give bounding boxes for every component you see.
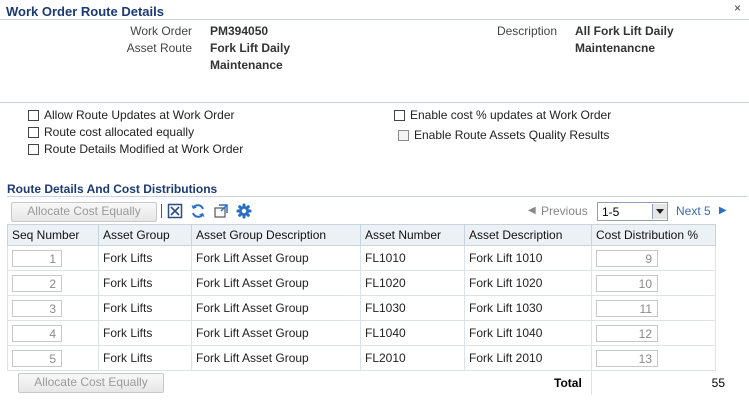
detach-icon[interactable] [213, 203, 229, 219]
asset-group-cell: Fork Lifts [98, 295, 192, 321]
refresh-icon[interactable] [190, 203, 206, 219]
settings-icon[interactable] [236, 203, 252, 219]
seq-number-input[interactable]: 3 [12, 299, 62, 317]
range-select-value: 1-5 [602, 204, 620, 219]
asset-route-value-line1: Fork Lift Daily [210, 41, 291, 55]
footer-allocate-cost-equally-button[interactable]: Allocate Cost Equally [18, 373, 164, 393]
page-title: Work Order Route Details [6, 4, 164, 19]
asset-desc-cell: Fork Lift 1010 [464, 245, 592, 271]
route-cost-allocated-checkbox[interactable]: Route cost allocated equally [28, 125, 194, 139]
table-row: 5 Fork Lifts Fork Lift Asset Group FL201… [7, 345, 716, 371]
cost-distribution-input[interactable]: 12 [596, 324, 658, 342]
seq-number-input[interactable]: 2 [12, 274, 62, 292]
checkbox-label: Route Details Modified at Work Order [44, 142, 244, 156]
checkbox-box[interactable] [28, 126, 39, 138]
header-asset-description: Asset Description [464, 224, 592, 246]
cost-distribution-input[interactable]: 13 [596, 349, 658, 367]
asset-group-desc-cell: Fork Lift Asset Group [191, 245, 361, 271]
header-cost-distribution: Cost Distribution % [591, 224, 716, 246]
total-value: 55 [711, 376, 725, 390]
description-label: Description [496, 24, 557, 38]
work-order-label: Work Order [130, 24, 192, 38]
previous-arrow-icon: ◀ [528, 205, 536, 216]
route-details-modified-checkbox[interactable]: Route Details Modified at Work Order [28, 142, 243, 156]
asset-number-cell: FL1010 [360, 245, 465, 271]
next-arrow-icon[interactable]: ▶ [719, 205, 727, 216]
checkbox-label: Enable cost % updates at Work Order [410, 108, 612, 122]
asset-group-cell: Fork Lifts [98, 245, 192, 271]
asset-number-cell: FL2010 [360, 345, 465, 371]
checkbox-label: Route cost allocated equally [44, 125, 195, 139]
checkbox-box[interactable] [398, 129, 409, 141]
asset-number-cell: FL1020 [360, 270, 465, 296]
range-select[interactable]: 1-5 [597, 202, 668, 221]
route-details-table: Seq Number Asset Group Asset Group Descr… [7, 224, 716, 371]
enable-cost-updates-checkbox[interactable]: Enable cost % updates at Work Order [394, 108, 611, 122]
asset-desc-cell: Fork Lift 2010 [464, 345, 592, 371]
asset-desc-cell: Fork Lift 1040 [464, 320, 592, 346]
toolbar-separator [161, 204, 162, 218]
header-seq-number: Seq Number [7, 224, 99, 246]
checkbox-box[interactable] [28, 109, 39, 121]
table-row: 3 Fork Lifts Fork Lift Asset Group FL103… [7, 295, 716, 321]
header-asset-number: Asset Number [360, 224, 465, 246]
route-section-title: Route Details And Cost Distributions [7, 182, 218, 196]
asset-group-desc-cell: Fork Lift Asset Group [191, 295, 361, 321]
cost-distribution-input[interactable]: 11 [596, 299, 658, 317]
allocate-cost-equally-button[interactable]: Allocate Cost Equally [11, 202, 157, 222]
work-order-value: PM394050 [210, 24, 269, 38]
asset-group-cell: Fork Lifts [98, 320, 192, 346]
title-divider [0, 19, 749, 20]
asset-number-cell: FL1040 [360, 320, 465, 346]
table-row: 4 Fork Lifts Fork Lift Asset Group FL104… [7, 320, 716, 346]
checkbox-box[interactable] [394, 109, 405, 121]
close-icon[interactable]: × [734, 2, 741, 14]
columns-icon[interactable] [167, 203, 183, 219]
chevron-down-icon[interactable] [652, 204, 667, 219]
enable-quality-results-checkbox[interactable]: Enable Route Assets Quality Results [398, 128, 609, 142]
header-asset-group: Asset Group [98, 224, 192, 246]
asset-route-value-line2: Maintenance [210, 58, 283, 72]
asset-route-label: Asset Route [126, 41, 192, 55]
table-row: 2 Fork Lifts Fork Lift Asset Group FL102… [7, 270, 716, 296]
asset-desc-cell: Fork Lift 1030 [464, 295, 592, 321]
total-label: Total [554, 376, 582, 390]
total-divider [591, 371, 592, 395]
seq-number-input[interactable]: 5 [12, 349, 62, 367]
asset-desc-cell: Fork Lift 1020 [464, 270, 592, 296]
asset-group-desc-cell: Fork Lift Asset Group [191, 270, 361, 296]
seq-number-input[interactable]: 4 [12, 324, 62, 342]
checkbox-label: Allow Route Updates at Work Order [44, 108, 235, 122]
allow-route-updates-checkbox[interactable]: Allow Route Updates at Work Order [28, 108, 235, 122]
checkbox-box[interactable] [28, 143, 39, 155]
header-asset-group-description: Asset Group Description [191, 224, 361, 246]
cost-distribution-input[interactable]: 9 [596, 249, 658, 267]
asset-group-cell: Fork Lifts [98, 270, 192, 296]
header-divider [0, 102, 749, 103]
asset-group-desc-cell: Fork Lift Asset Group [191, 345, 361, 371]
previous-link: Previous [541, 204, 588, 218]
cost-distribution-input[interactable]: 10 [596, 274, 658, 292]
asset-group-desc-cell: Fork Lift Asset Group [191, 320, 361, 346]
description-value-line1: All Fork Lift Daily [575, 24, 674, 38]
asset-group-cell: Fork Lifts [98, 345, 192, 371]
table-row: 1 Fork Lifts Fork Lift Asset Group FL101… [7, 245, 716, 271]
checkbox-label: Enable Route Assets Quality Results [414, 128, 610, 142]
description-value-line2: Maintenancne [575, 41, 656, 55]
table-header-row: Seq Number Asset Group Asset Group Descr… [7, 224, 716, 246]
seq-number-input[interactable]: 1 [12, 249, 62, 267]
asset-number-cell: FL1030 [360, 295, 465, 321]
section-divider [7, 196, 747, 197]
next-link[interactable]: Next 5 [676, 204, 711, 218]
